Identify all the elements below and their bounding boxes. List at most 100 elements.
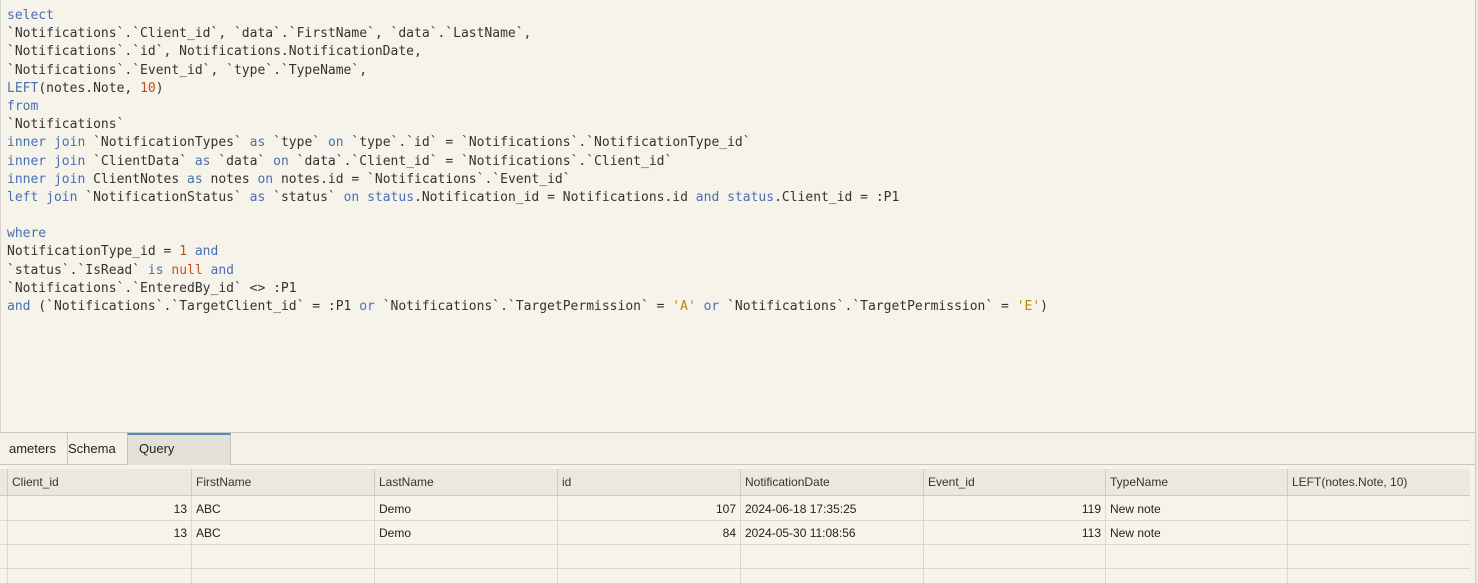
table-cell[interactable]: 2024-06-18 17:35:25	[740, 497, 923, 521]
bottom-tab-bar: ameters Schema Query Results	[0, 432, 1475, 484]
table-cell[interactable]	[557, 569, 740, 583]
code-token: is	[147, 262, 164, 278]
column-header[interactable]: NotificationDate	[740, 469, 923, 496]
table-cell[interactable]	[7, 569, 191, 583]
table-cell[interactable]: 13	[7, 497, 191, 521]
grid-header: Client_id FirstName LastName id Notification…	[0, 469, 1470, 496]
code-token: 10	[140, 80, 156, 96]
code-line: inner join `ClientData` as `data` on `da…	[1, 153, 1475, 171]
code-token: `status`	[265, 189, 344, 205]
column-header[interactable]: id	[557, 469, 740, 496]
code-line: NotificationType_id = 1 and	[1, 243, 1475, 261]
code-line: `Notifications`.`EnteredBy_id` <> :P1	[1, 280, 1475, 298]
code-token: 1	[179, 244, 188, 260]
code-token: 'A'	[672, 299, 696, 314]
table-cell[interactable]	[374, 569, 557, 583]
table-cell[interactable]: 84	[557, 521, 740, 545]
code-token: as	[187, 171, 203, 187]
code-token: ClientNotes	[85, 171, 188, 187]
column-header[interactable]: Event_id	[923, 469, 1105, 496]
code-token: `NotificationStatus`	[77, 189, 250, 205]
table-cell[interactable]: Demo	[374, 521, 557, 545]
column-header[interactable]: LastName	[374, 469, 557, 496]
column-header[interactable]: FirstName	[191, 469, 374, 496]
table-cell[interactable]	[740, 569, 923, 583]
table-cell[interactable]	[923, 569, 1105, 583]
table-cell[interactable]: 119	[923, 497, 1105, 521]
code-token: `Notifications`.`Client_id`, `data`.`Fir…	[7, 26, 532, 42]
code-token: inner join	[7, 153, 86, 169]
table-cell[interactable]: 13	[7, 521, 191, 545]
table-cell[interactable]: ABC	[191, 521, 374, 545]
code-token: )	[155, 80, 164, 96]
table-row[interactable]	[0, 569, 1470, 583]
code-token: status	[367, 189, 415, 205]
table-cell[interactable]	[374, 545, 557, 569]
code-token: and	[210, 262, 234, 278]
table-cell[interactable]: Demo	[374, 497, 557, 521]
table-cell[interactable]	[1287, 521, 1470, 545]
code-token: where	[7, 226, 47, 242]
code-token: `ClientData`	[85, 153, 195, 169]
code-token: `Notifications`.`id`, Notifications.Noti…	[7, 44, 422, 60]
code-token: notes	[202, 171, 258, 187]
code-line: where	[1, 225, 1475, 243]
code-token: (`Notifications`.`TargetClient_id` = :P1	[30, 299, 360, 314]
code-line: `status`.`IsRead` is null and	[1, 262, 1475, 280]
code-line: inner join `NotificationTypes` as `type`…	[1, 134, 1475, 152]
code-line: `Notifications`.`id`, Notifications.Noti…	[1, 43, 1475, 61]
tab-schema[interactable]: Schema	[57, 433, 128, 465]
column-header[interactable]: Client_id	[7, 469, 191, 496]
code-token: `data`.`Client_id` = `Notifications`.`Cl…	[288, 153, 673, 169]
table-cell[interactable]	[740, 545, 923, 569]
table-cell[interactable]	[1287, 569, 1470, 583]
table-cell[interactable]: New note	[1105, 521, 1287, 545]
table-cell[interactable]: New note	[1105, 497, 1287, 521]
code-line: and (`Notifications`.`TargetClient_id` =…	[1, 298, 1475, 316]
code-token: `Notifications`.`TargetPermission` =	[719, 299, 1017, 314]
code-token: LEFT	[7, 80, 39, 96]
tab-query-results[interactable]: Query Results	[127, 433, 231, 484]
table-cell[interactable]	[557, 545, 740, 569]
table-cell[interactable]	[1287, 545, 1470, 569]
table-row[interactable]: 13 ABC Demo 107 2024-06-18 17:35:25 119 New no…	[0, 497, 1470, 521]
table-cell[interactable]	[1287, 497, 1470, 521]
code-token: `Notifications`	[7, 117, 125, 133]
table-cell[interactable]	[1105, 545, 1287, 569]
code-token: as	[194, 153, 211, 169]
table-cell[interactable]	[191, 545, 374, 569]
code-line: `Notifications`.`Event_id`, `type`.`Type…	[1, 62, 1475, 80]
code-token: `status`.`IsRead`	[7, 262, 148, 278]
code-token: `Notifications`.`EnteredBy_id` <> :P1	[7, 280, 297, 296]
code-token: left join	[7, 189, 78, 205]
table-cell[interactable]: 107	[557, 497, 740, 521]
sql-editor[interactable]: select `Notifications`.`Client_id`, `data…	[0, 0, 1475, 432]
column-header[interactable]: TypeName	[1105, 469, 1287, 496]
table-cell[interactable]	[191, 569, 374, 583]
code-line: left join `NotificationStatus` as `statu…	[1, 189, 1475, 207]
code-token: from	[7, 98, 39, 114]
table-row[interactable]: 13 ABC Demo 84 2024-05-30 11:08:56 113 New not…	[0, 521, 1470, 545]
code-token: and	[695, 189, 720, 205]
code-token: (notes.Note,	[38, 80, 141, 96]
table-cell[interactable]	[923, 545, 1105, 569]
table-cell[interactable]: 113	[923, 521, 1105, 545]
code-token: `data`	[210, 153, 274, 169]
code-token: inner join	[7, 135, 86, 151]
code-line: inner join ClientNotes as notes on notes…	[1, 171, 1475, 189]
table-row[interactable]	[0, 545, 1470, 569]
code-token: status	[727, 189, 775, 205]
code-line: `Notifications`.`Client_id`, `data`.`Fir…	[1, 25, 1475, 43]
column-header[interactable]: LEFT(notes.Note, 10)	[1287, 469, 1470, 496]
table-cell[interactable]: ABC	[191, 497, 374, 521]
code-token: `Notifications`.`Event_id`, `type`.`Type…	[7, 62, 368, 78]
table-cell[interactable]: 2024-05-30 11:08:56	[740, 521, 923, 545]
code-token: `Notifications`.`TargetPermission` =	[374, 299, 673, 314]
code-token: )	[1040, 299, 1048, 314]
table-cell[interactable]	[7, 545, 191, 569]
table-cell[interactable]	[1105, 569, 1287, 583]
